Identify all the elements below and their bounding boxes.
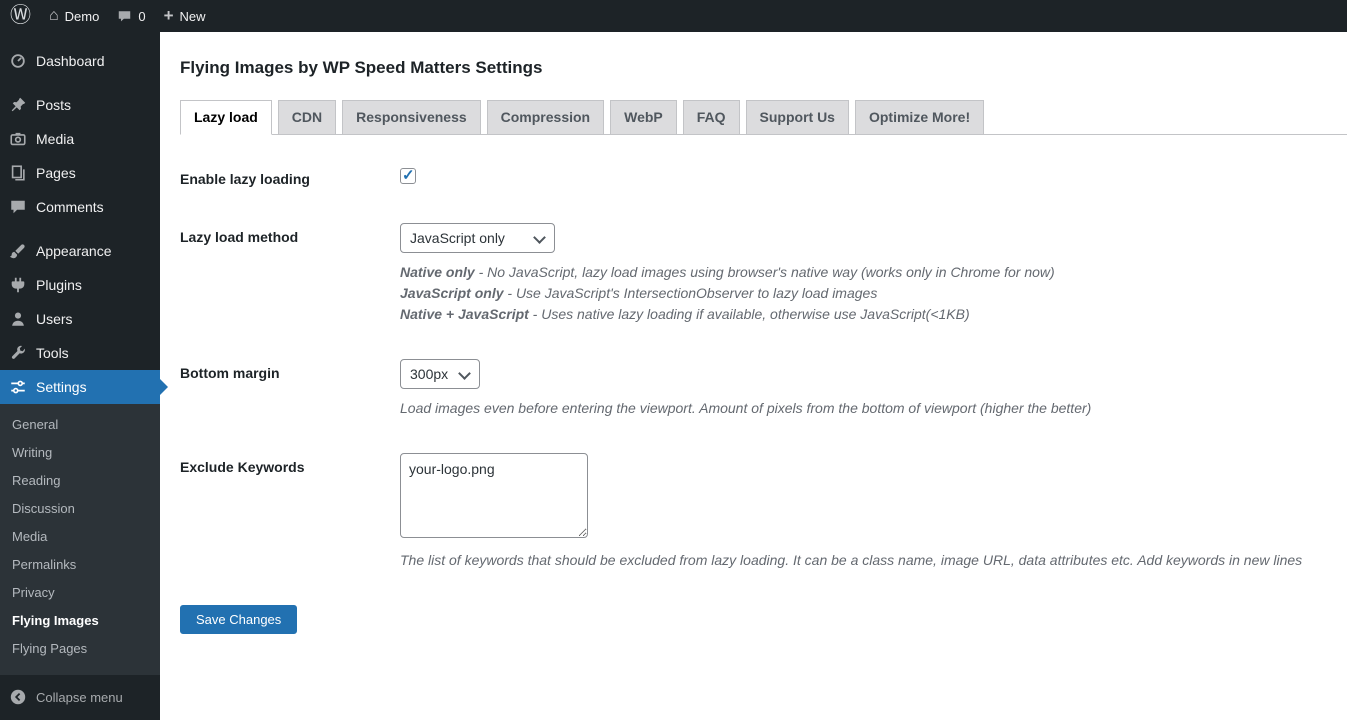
pushpin-icon: [8, 96, 28, 114]
lazy-load-method-row: Lazy load method JavaScript only Native …: [180, 223, 1327, 325]
collapse-arrow-icon: [8, 688, 28, 706]
sidebar-item-label: Comments: [36, 198, 104, 216]
method-help-javascript-only: JavaScript only - Use JavaScript's Inter…: [400, 283, 1327, 304]
pages-icon: [8, 164, 28, 182]
menu-separator: [0, 224, 160, 234]
home-icon: ⌂: [49, 7, 59, 25]
exclude-keywords-textarea[interactable]: your-logo.png: [400, 453, 588, 538]
method-help-native-only: Native only - No JavaScript, lazy load i…: [400, 262, 1327, 283]
exclude-keywords-row: Exclude Keywords your-logo.png The list …: [180, 453, 1327, 571]
sliders-icon: [8, 378, 28, 396]
tab-lazy-load[interactable]: Lazy load: [180, 100, 272, 135]
wrench-icon: [8, 344, 28, 362]
dashboard-icon: [8, 52, 28, 70]
site-name-menu[interactable]: ⌂ Demo: [49, 0, 99, 32]
camera-icon: [8, 130, 28, 148]
comment-count: 0: [138, 9, 145, 24]
collapse-menu-label: Collapse menu: [36, 690, 123, 705]
lazy-load-method-select-wrap: JavaScript only: [400, 223, 555, 253]
enable-lazy-loading-label: Enable lazy loading: [180, 165, 400, 189]
sidebar-item-users[interactable]: Users: [0, 302, 160, 336]
sidebar-item-media[interactable]: Media: [0, 122, 160, 156]
bottom-margin-select[interactable]: 300px: [400, 359, 480, 389]
sidebar-item-flying-pages[interactable]: Flying Pages: [0, 635, 160, 663]
bottom-margin-help: Load images even before entering the vie…: [400, 398, 1327, 419]
settings-submenu: General Writing Reading Discussion Media…: [0, 404, 160, 675]
user-icon: [8, 310, 28, 328]
bottom-margin-label: Bottom margin: [180, 359, 400, 419]
lazy-load-settings-form: Enable lazy loading Lazy load method Jav…: [180, 165, 1327, 634]
sidebar-item-permalinks[interactable]: Permalinks: [0, 551, 160, 579]
exclude-keywords-help: The list of keywords that should be excl…: [400, 550, 1327, 571]
tab-cdn[interactable]: CDN: [278, 100, 336, 135]
lazy-load-method-label: Lazy load method: [180, 223, 400, 325]
wordpress-logo-icon: Ⓦ: [10, 0, 31, 32]
lazy-load-method-select[interactable]: JavaScript only: [400, 223, 555, 253]
sidebar-item-label: Posts: [36, 96, 71, 114]
sidebar-item-discussion[interactable]: Discussion: [0, 495, 160, 523]
sidebar-item-plugins[interactable]: Plugins: [0, 268, 160, 302]
bottom-margin-row: Bottom margin 300px Load images even bef…: [180, 359, 1327, 419]
settings-tabs: Lazy load CDN Responsiveness Compression…: [180, 100, 1347, 135]
sidebar-item-reading[interactable]: Reading: [0, 467, 160, 495]
sidebar-item-settings[interactable]: Settings: [0, 370, 160, 404]
enable-lazy-loading-checkbox[interactable]: [400, 168, 416, 184]
sidebar-item-label: Pages: [36, 164, 76, 182]
tab-optimize-more[interactable]: Optimize More!: [855, 100, 984, 135]
sidebar-item-label: Settings: [36, 378, 87, 396]
wordpress-menu[interactable]: Ⓦ: [10, 0, 31, 32]
enable-lazy-loading-row: Enable lazy loading: [180, 165, 1327, 189]
plugin-icon: [8, 276, 28, 294]
sidebar-item-label: Plugins: [36, 276, 82, 294]
sidebar-item-pages[interactable]: Pages: [0, 156, 160, 190]
new-label: New: [180, 9, 206, 24]
brush-icon: [8, 242, 28, 260]
bottom-margin-select-wrap: 300px: [400, 359, 480, 389]
sidebar-item-privacy[interactable]: Privacy: [0, 579, 160, 607]
sidebar-item-label: Dashboard: [36, 52, 105, 70]
sidebar-item-dashboard[interactable]: Dashboard: [0, 44, 160, 78]
save-changes-button[interactable]: Save Changes: [180, 605, 297, 634]
tab-responsiveness[interactable]: Responsiveness: [342, 100, 481, 135]
sidebar-item-posts[interactable]: Posts: [0, 88, 160, 122]
tab-compression[interactable]: Compression: [487, 100, 604, 135]
exclude-keywords-label: Exclude Keywords: [180, 453, 400, 571]
tab-support-us[interactable]: Support Us: [746, 100, 849, 135]
sidebar-item-label: Media: [36, 130, 74, 148]
method-help-native-javascript: Native + JavaScript - Uses native lazy l…: [400, 304, 1327, 325]
page-title: Flying Images by WP Speed Matters Settin…: [180, 58, 1327, 78]
comments-menu[interactable]: 0: [117, 0, 145, 32]
sidebar-item-media-settings[interactable]: Media: [0, 523, 160, 551]
sidebar-item-general[interactable]: General: [0, 411, 160, 439]
sidebar-item-appearance[interactable]: Appearance: [0, 234, 160, 268]
sidebar-item-label: Tools: [36, 344, 69, 362]
sidebar-item-tools[interactable]: Tools: [0, 336, 160, 370]
sidebar-item-label: Appearance: [36, 242, 112, 260]
comment-bubble-icon: [8, 198, 28, 216]
admin-sidebar: Dashboard Posts Media Pages: [0, 32, 160, 720]
comment-bubble-icon: [117, 9, 132, 24]
sidebar-item-comments[interactable]: Comments: [0, 190, 160, 224]
new-content-menu[interactable]: + New: [164, 0, 206, 32]
menu-separator: [0, 78, 160, 88]
sidebar-item-label: Users: [36, 310, 73, 328]
sidebar-item-flying-images[interactable]: Flying Images: [0, 607, 160, 635]
sidebar-item-writing[interactable]: Writing: [0, 439, 160, 467]
admin-bar: Ⓦ ⌂ Demo 0 + New: [0, 0, 1347, 32]
site-name-label: Demo: [65, 9, 100, 24]
plus-icon: +: [164, 1, 174, 31]
tab-webp[interactable]: WebP: [610, 100, 677, 135]
collapse-menu-button[interactable]: Collapse menu: [0, 678, 160, 720]
settings-page: Flying Images by WP Speed Matters Settin…: [160, 32, 1347, 720]
tab-faq[interactable]: FAQ: [683, 100, 740, 135]
